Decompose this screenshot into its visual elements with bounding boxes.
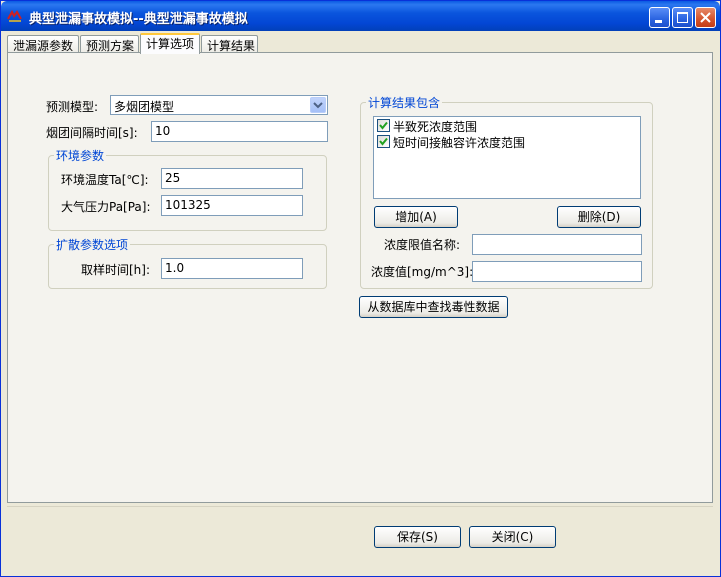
env-params-group — [48, 155, 327, 231]
find-toxicity-db-button[interactable]: 从数据库中查找毒性数据 — [359, 296, 508, 318]
sample-time-label: 取样时间[h]: — [81, 263, 151, 277]
tab-strip: 泄漏源参数 预测方案 计算选项 计算结果 — [7, 33, 717, 54]
temp-input[interactable]: 25 — [161, 168, 303, 189]
delete-button[interactable]: 删除(D) — [557, 206, 641, 228]
close-icon — [700, 12, 711, 23]
checklist-item-label: 短时间接触容许浓度范围 — [393, 136, 526, 150]
tab-calc-results[interactable]: 计算结果 — [201, 35, 258, 53]
chevron-down-icon — [313, 102, 323, 109]
main-window: 典型泄漏事故模拟--典型泄漏事故模拟 泄漏源参数 预测方案 计算选项 计算结果 … — [0, 0, 721, 577]
interval-input[interactable]: 10 — [151, 121, 328, 142]
sample-time-input[interactable]: 1.0 — [161, 258, 303, 279]
window-title: 典型泄漏事故模拟--典型泄漏事故模拟 — [29, 12, 248, 27]
close-button[interactable]: 关闭(C) — [469, 526, 556, 548]
pressure-input[interactable]: 101325 — [161, 195, 303, 216]
limit-name-label: 浓度限值名称: — [384, 238, 461, 252]
limit-name-input[interactable] — [472, 234, 642, 255]
pressure-label: 大气压力Pa[Pa]: — [61, 200, 151, 214]
tab-leak-source[interactable]: 泄漏源参数 — [7, 35, 79, 53]
title-bar[interactable]: 典型泄漏事故模拟--典型泄漏事故模拟 — [1, 1, 720, 31]
maximize-button[interactable] — [672, 7, 693, 28]
conc-value-label: 浓度值[mg/m^3]: — [371, 265, 474, 279]
checkbox-checked-icon[interactable] — [377, 135, 390, 148]
results-include-title: 计算结果包含 — [366, 94, 443, 111]
tab-page-calc-options: 预测模型: 多烟团模型 烟团间隔时间[s]: 10 环境参数 环境温度Ta[℃]… — [7, 52, 713, 503]
checklist-item-label: 半致死浓度范围 — [393, 120, 478, 134]
tab-prediction-plan[interactable]: 预测方案 — [80, 35, 139, 53]
diffusion-params-title: 扩散参数选项 — [54, 236, 131, 253]
app-icon — [7, 10, 22, 22]
dropdown-button[interactable] — [310, 97, 326, 113]
interval-label: 烟团间隔时间[s]: — [46, 126, 138, 140]
conc-value-input[interactable] — [472, 261, 642, 282]
minimize-button[interactable] — [649, 7, 670, 28]
maximize-icon — [677, 12, 688, 23]
close-window-button[interactable] — [695, 7, 716, 28]
save-button[interactable]: 保存(S) — [374, 526, 461, 548]
results-checklist[interactable]: 半致死浓度范围 短时间接触容许浓度范围 — [373, 116, 641, 199]
add-button[interactable]: 增加(A) — [374, 206, 458, 228]
env-params-title: 环境参数 — [54, 147, 107, 164]
model-label: 预测模型: — [46, 100, 99, 114]
minimize-icon — [655, 20, 662, 23]
checkbox-checked-icon[interactable] — [377, 119, 390, 132]
temp-label: 环境温度Ta[℃]: — [61, 173, 149, 187]
model-select[interactable]: 多烟团模型 — [110, 95, 328, 115]
model-select-value: 多烟团模型 — [114, 100, 175, 114]
footer-divider — [7, 506, 713, 507]
tab-calc-options[interactable]: 计算选项 — [140, 33, 200, 54]
